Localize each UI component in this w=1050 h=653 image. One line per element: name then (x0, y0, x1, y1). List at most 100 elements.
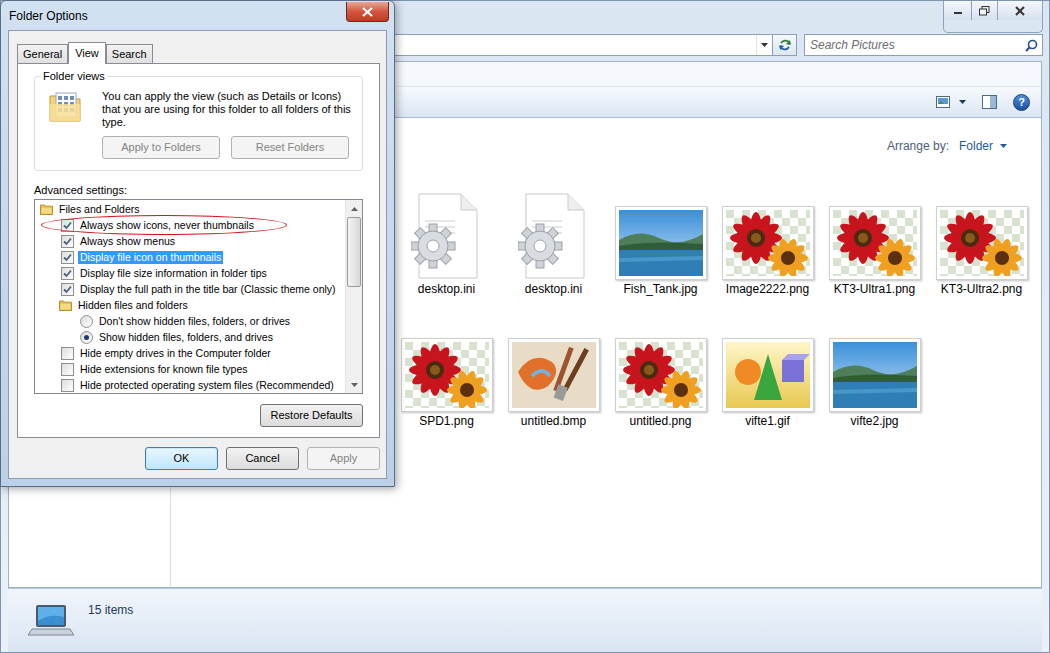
tab[interactable]: General (17, 44, 68, 63)
thumbnail-frame (829, 338, 921, 412)
file-item[interactable]: desktop.ini (500, 184, 607, 316)
thumbnail-frame (936, 206, 1028, 280)
minimize-icon (953, 6, 963, 16)
window-controls (943, 1, 1043, 33)
tree-item[interactable]: Files and Folders (35, 201, 345, 217)
file-item[interactable]: Fish_Tank.jpg (607, 184, 714, 316)
flowers-thumbnail-icon (726, 210, 810, 276)
file-item[interactable]: Image2222.png (714, 184, 821, 316)
folder-views-description: You can apply the view (such as Details … (102, 90, 358, 129)
landscape-thumbnail-icon (833, 342, 917, 408)
tree-item-label: Display the full path in the title bar (… (78, 283, 338, 296)
file-name: KT3-Ultra2.png (941, 282, 1022, 296)
scroll-up-button[interactable] (346, 200, 362, 217)
tree-item[interactable]: Display the full path in the title bar (… (35, 281, 345, 297)
close-button[interactable] (998, 1, 1042, 20)
flowers-thumbnail-icon (405, 342, 489, 408)
dialog-client: GeneralViewSearch Folder views You can app… (8, 30, 387, 479)
checkbox[interactable] (61, 251, 74, 264)
dialog-button[interactable]: Apply (307, 447, 380, 470)
search-box[interactable]: Search Pictures (804, 34, 1043, 56)
help-button[interactable]: ? (1013, 94, 1030, 111)
file-name: SPD1.png (419, 414, 474, 428)
advanced-settings-list: Files and FoldersAlways show icons, neve… (34, 199, 363, 394)
dialog-title: Folder Options (9, 7, 88, 25)
file-name: Image2222.png (726, 282, 809, 296)
arrange-dropdown[interactable]: Folder (959, 138, 1007, 154)
tree-item[interactable]: Hide empty drives in the Computer folder (35, 345, 345, 361)
tree-item[interactable]: Hidden files and folders (35, 297, 345, 313)
refresh-icon (778, 38, 792, 52)
file-item[interactable]: vifte2.jpg (821, 316, 928, 448)
tree-item[interactable]: Show hidden files, folders, and drives (35, 329, 345, 345)
folder-views-group: Folder viewsYou can apply the view (such… (34, 76, 363, 171)
checkmark-icon (63, 285, 72, 294)
flowers-thumbnail-icon (940, 210, 1024, 276)
checkmark-icon (63, 269, 72, 278)
file-item[interactable]: vifte1.gif (714, 316, 821, 448)
refresh-button[interactable] (772, 35, 796, 55)
tree-item[interactable]: Always show icons, never thumbnails (35, 217, 345, 233)
checkbox[interactable] (61, 379, 74, 392)
thumbnail-frame (615, 206, 707, 280)
preview-pane-icon[interactable] (982, 95, 997, 109)
search-icon (1025, 39, 1038, 52)
dialog-buttons: OK Cancel Apply (17, 438, 380, 470)
checkbox[interactable] (61, 219, 74, 232)
dialog-close-button[interactable] (346, 2, 389, 22)
checkbox[interactable] (61, 347, 74, 360)
scroll-down-button[interactable] (346, 376, 362, 393)
file-item[interactable]: KT3-Ultra2.png (928, 184, 1035, 316)
restore-icon (979, 6, 990, 16)
file-item[interactable]: untitled.bmp (500, 316, 607, 448)
folder-view-button[interactable]: Apply to Folders (102, 136, 220, 159)
maximize-button[interactable] (972, 1, 998, 20)
radio-button[interactable] (80, 331, 93, 344)
checkbox[interactable] (61, 235, 74, 248)
arrange-label: Arrange by: (887, 138, 949, 154)
file-name: desktop.ini (525, 282, 582, 296)
tab[interactable]: View (68, 42, 106, 64)
tree-item-label: Show hidden files, folders, and drives (97, 331, 275, 344)
checkbox[interactable] (61, 267, 74, 280)
minimize-button[interactable] (944, 1, 972, 20)
file-item[interactable]: KT3-Ultra1.png (821, 184, 928, 316)
tree-item[interactable]: Always show menus (35, 233, 345, 249)
dialog-button[interactable]: OK (145, 447, 218, 470)
dialog-button[interactable]: Cancel (226, 447, 299, 470)
scrollbar[interactable] (345, 200, 362, 393)
file-name: untitled.bmp (521, 414, 586, 428)
file-item[interactable]: desktop.ini (393, 184, 500, 316)
dropdown-arrow-icon (1000, 144, 1007, 148)
file-item[interactable]: SPD1.png (393, 316, 500, 448)
thumbnail-frame (722, 338, 814, 412)
checkbox[interactable] (61, 283, 74, 296)
address-dropdown[interactable] (756, 35, 772, 55)
tab-strip: GeneralViewSearch (17, 42, 380, 63)
tree-item[interactable]: Display file size information in folder … (35, 265, 345, 281)
folder-view-button[interactable]: Reset Folders (231, 136, 349, 159)
tab[interactable]: Search (106, 44, 153, 63)
change-view-button[interactable] (936, 96, 966, 108)
tree-item[interactable]: Hide extensions for known file types (35, 361, 345, 377)
radio-button[interactable] (80, 315, 93, 328)
file-item[interactable]: untitled.png (607, 316, 714, 448)
restore-defaults-button[interactable]: Restore Defaults (260, 404, 363, 427)
tree-item[interactable]: Display file icon on thumbnails (35, 249, 345, 265)
thumbnail-frame (615, 338, 707, 412)
folder-views-icon (48, 90, 82, 124)
checkmark-icon (63, 237, 72, 246)
folder-options-dialog: Folder Options GeneralViewSearch Folder vi… (0, 0, 395, 487)
checkbox[interactable] (61, 363, 74, 376)
tree-item[interactable]: Don't show hidden files, folders, or dri… (35, 313, 345, 329)
dropdown-arrow-icon (959, 100, 966, 104)
thumbnail-frame (722, 206, 814, 280)
tab-panel: Folder views You can apply the view (such… (17, 63, 380, 438)
annotation-ellipse (41, 215, 287, 235)
group-legend: Folder views (41, 69, 107, 83)
checkmark-icon (63, 221, 72, 230)
dialog-title-bar: Folder Options (1, 1, 394, 30)
up-arrow-icon (351, 207, 358, 211)
tree-item[interactable]: Hide protected operating system files (R… (35, 377, 345, 393)
scroll-thumb[interactable] (347, 217, 361, 287)
